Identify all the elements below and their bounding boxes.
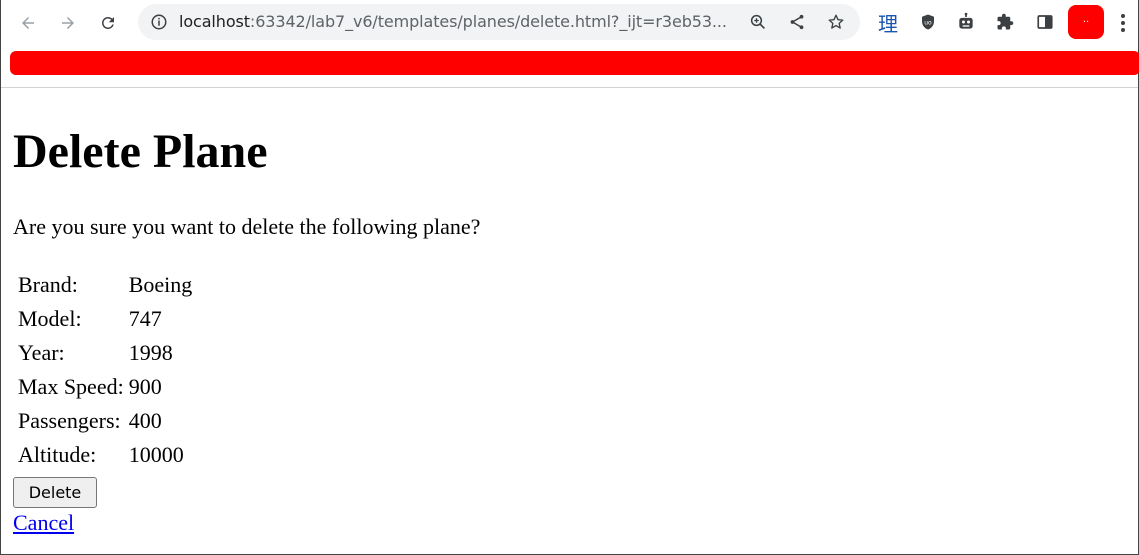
detail-value: 900 (128, 374, 162, 399)
reload-icon (101, 16, 114, 29)
cancel-link[interactable]: Cancel (13, 510, 74, 536)
profile-avatar-button[interactable]: ·· (1068, 5, 1104, 39)
detail-value: 400 (128, 408, 162, 433)
detail-value: 1998 (128, 340, 173, 365)
url-path: :63342/lab7_v6/templates/planes/delete.h… (249, 12, 727, 31)
detail-row: Altitude: 10000 (15, 438, 194, 472)
detail-label: Passengers: (18, 408, 121, 433)
detail-label: Year: (18, 340, 65, 365)
arrow-left-icon (22, 17, 34, 29)
url-host: localhost (179, 12, 250, 31)
confirm-question: Are you sure you want to delete the foll… (13, 214, 481, 239)
detail-row: Model: 747 (15, 302, 194, 336)
browser-toolbar: localhost:63342/lab7_v6/templates/planes… (1, 0, 1138, 46)
page-title: Delete Plane (13, 125, 268, 178)
zoom-icon[interactable] (749, 13, 767, 31)
reload-button[interactable] (96, 11, 120, 35)
detail-label: Brand: (18, 272, 78, 297)
detail-value: 747 (128, 306, 162, 331)
detail-label: Model: (18, 306, 82, 331)
share-icon[interactable] (788, 13, 806, 31)
url-text[interactable]: localhost:63342/lab7_v6/templates/planes… (179, 13, 727, 31)
detail-label: Max Speed: (18, 374, 124, 399)
detail-row: Year: 1998 (15, 336, 194, 370)
detail-row: Max Speed: 900 (15, 370, 194, 404)
info-icon[interactable] (150, 13, 168, 31)
kebab-menu-icon[interactable] (1115, 12, 1131, 34)
detail-value: Boeing (128, 272, 193, 297)
arrow-right-icon (62, 17, 74, 29)
extension-li-icon[interactable]: 理 (877, 11, 899, 36)
ublock-icon[interactable]: uo (917, 11, 939, 33)
detail-row: Passengers: 400 (15, 404, 194, 438)
forward-button[interactable] (56, 11, 80, 35)
plane-details-table: Brand: Boeing Model: 747 Year: 1998 Max Speed:… (15, 268, 194, 472)
detail-label: Altitude: (18, 442, 97, 467)
toolbar-divider (1, 87, 1138, 88)
red-banner (10, 51, 1139, 75)
svg-text:uo: uo (924, 19, 932, 26)
robot-icon[interactable] (955, 11, 977, 33)
back-button[interactable] (16, 11, 40, 35)
side-panel-icon[interactable] (1034, 11, 1056, 33)
puzzle-icon[interactable] (994, 11, 1016, 33)
detail-row: Brand: Boeing (15, 268, 194, 302)
detail-value: 10000 (128, 442, 184, 467)
address-bar[interactable]: localhost:63342/lab7_v6/templates/planes… (138, 4, 860, 40)
delete-button[interactable]: Delete (13, 477, 97, 508)
star-icon[interactable] (827, 13, 845, 31)
